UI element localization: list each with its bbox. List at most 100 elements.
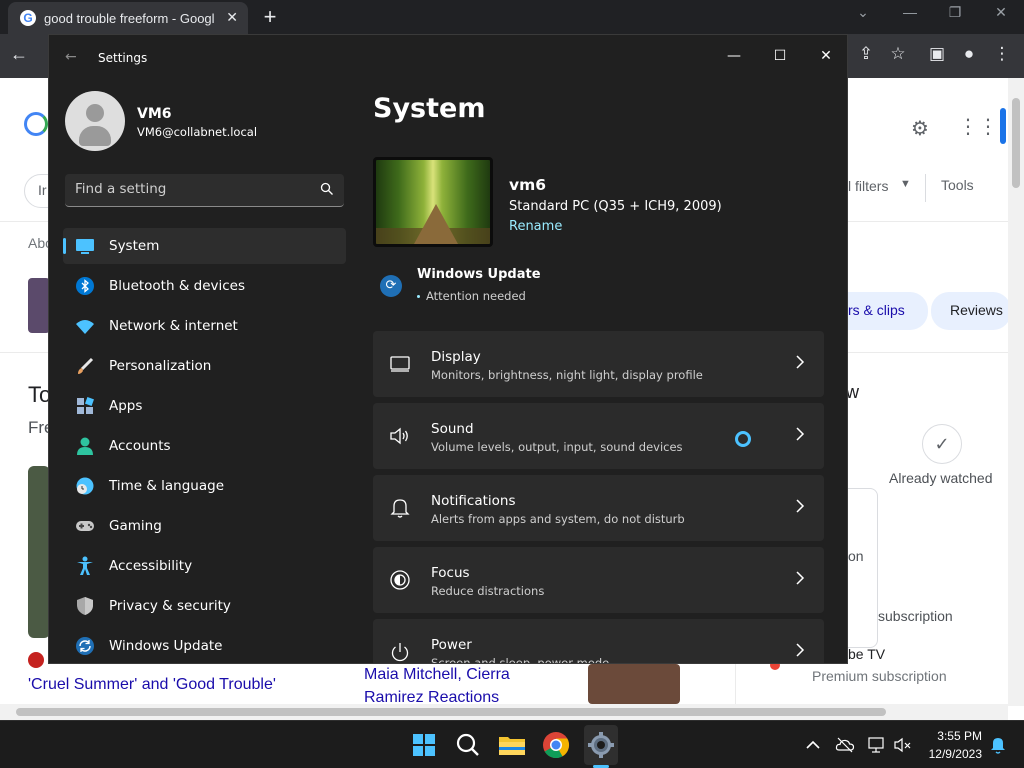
notifications-card[interactable]: Notifications Alerts from apps and syste…	[373, 475, 824, 541]
gamepad-icon	[75, 516, 95, 536]
new-tab-button[interactable]: +	[258, 4, 282, 30]
nav-item-apps[interactable]: Apps	[63, 388, 346, 424]
wifi-icon	[75, 316, 95, 336]
avatar[interactable]	[65, 91, 125, 151]
update-icon	[75, 636, 95, 656]
bell-icon	[390, 499, 410, 518]
nav-item-system[interactable]: System	[63, 228, 346, 264]
shield-icon	[75, 596, 95, 616]
filters-label[interactable]: l filters	[848, 178, 888, 194]
nav-label: Gaming	[109, 518, 162, 534]
bookmark-star-icon[interactable]: ☆	[886, 44, 910, 64]
chevron-up-icon[interactable]	[803, 735, 823, 755]
dropdown-card	[848, 488, 878, 648]
loading-spinner-icon	[735, 431, 751, 447]
card-subtitle: Reduce distractions	[431, 584, 545, 598]
tab-search-chevron-icon[interactable]: ⌄	[848, 4, 878, 21]
gear-icon[interactable]: ⚙	[911, 116, 929, 141]
chrome-menu-icon[interactable]: ⋮	[990, 44, 1014, 64]
profile-icon[interactable]: ●	[957, 44, 981, 64]
nav-item-accounts[interactable]: Accounts	[63, 428, 346, 464]
nav-label: Apps	[109, 398, 143, 414]
search-icon[interactable]	[320, 182, 334, 196]
google-apps-icon[interactable]: ⋮⋮	[958, 114, 998, 139]
card-title: Power	[431, 637, 472, 653]
card-title: Sound	[431, 421, 474, 437]
nav-item-personalization[interactable]: Personalization	[63, 348, 346, 384]
card-subtitle: Monitors, brightness, night light, displ…	[431, 368, 703, 382]
chrome-close-button[interactable]: ✕	[986, 4, 1016, 21]
card-title: Notifications	[431, 493, 516, 509]
page-horizontal-scrollbar[interactable]	[0, 704, 1008, 720]
nav-label: Accessibility	[109, 558, 193, 574]
google-logo-icon[interactable]	[24, 112, 48, 136]
nav-item-time-language[interactable]: Time & language	[63, 468, 346, 504]
windows-update-status: Attention needed	[417, 289, 526, 303]
article-thumbnail[interactable]	[588, 664, 680, 704]
notification-bell-icon[interactable]	[988, 735, 1008, 755]
nav-item-privacy-security[interactable]: Privacy & security	[63, 588, 346, 624]
nav-item-accessibility[interactable]: Accessibility	[63, 548, 346, 584]
browser-back-icon[interactable]: ←	[10, 44, 28, 65]
sound-card[interactable]: Sound Volume levels, output, input, soun…	[373, 403, 824, 469]
clock-time[interactable]: 3:55 PM	[930, 729, 982, 743]
article-link[interactable]: 'Cruel Summer' and 'Good Trouble'	[28, 676, 276, 694]
rename-link[interactable]: Rename	[509, 219, 562, 234]
nav-label: Personalization	[109, 358, 212, 374]
article-link-line1[interactable]: Maia Mitchell, Cierra	[364, 666, 510, 684]
chrome-minimize-button[interactable]: —	[895, 4, 925, 20]
checkmark-icon[interactable]: ✓	[922, 424, 962, 464]
speaker-icon	[390, 427, 408, 445]
windows-update-title[interactable]: Windows Update	[417, 267, 541, 282]
nav-item-bluetooth[interactable]: Bluetooth & devices	[63, 268, 346, 304]
taskbar-search-icon[interactable]	[452, 729, 484, 761]
tools-label[interactable]: Tools	[941, 177, 974, 193]
chevron-right-icon	[796, 643, 805, 657]
chip-clips-label: rs & clips	[848, 302, 905, 318]
volume-muted-icon[interactable]	[893, 735, 913, 755]
page-title: System	[373, 93, 486, 124]
maximize-button[interactable]: ☐	[757, 41, 803, 71]
chevron-right-icon	[796, 355, 805, 369]
settings-window: ← Settings — ☐ ✕ VM6 VM6@collabnet.local…	[48, 34, 848, 664]
tab-close-icon[interactable]: ✕	[226, 9, 238, 26]
minimize-button[interactable]: —	[711, 41, 757, 71]
settings-gear-icon[interactable]	[585, 729, 617, 761]
power-card[interactable]: Power Screen and sleep, power mode	[373, 619, 824, 663]
side-panel-icon[interactable]: ▣	[925, 44, 949, 64]
nav-item-network[interactable]: Network & internet	[63, 308, 346, 344]
provider-name[interactable]: be TV	[848, 646, 885, 662]
settings-title-bar: ← Settings — ☐ ✕	[49, 35, 847, 81]
wallpaper-path	[414, 204, 458, 244]
scrollbar-thumb[interactable]	[16, 708, 886, 716]
find-setting-box[interactable]	[65, 174, 344, 207]
share-icon[interactable]: ⇪	[854, 44, 878, 64]
filters-dropdown-icon[interactable]: ▼	[900, 178, 911, 190]
chrome-icon[interactable]	[540, 729, 572, 761]
file-explorer-icon[interactable]	[496, 729, 528, 761]
clock-date[interactable]: 12/9/2023	[922, 747, 982, 761]
windows-update-icon[interactable]: ⟳	[380, 275, 402, 297]
search-input[interactable]	[75, 181, 305, 197]
onedrive-cloud-icon[interactable]	[835, 735, 855, 755]
apps-icon	[75, 396, 95, 416]
network-monitor-icon[interactable]	[867, 735, 887, 755]
start-button-windows-icon[interactable]	[408, 729, 440, 761]
thumbnail[interactable]	[28, 466, 50, 638]
sign-in-button[interactable]	[1000, 108, 1006, 144]
scrollbar-thumb[interactable]	[1012, 98, 1020, 188]
nav-item-gaming[interactable]: Gaming	[63, 508, 346, 544]
chrome-restore-button[interactable]: ❐	[940, 4, 970, 21]
thumbnail[interactable]	[28, 278, 50, 333]
focus-card[interactable]: Focus Reduce distractions	[373, 547, 824, 613]
back-arrow-icon[interactable]: ←	[65, 49, 77, 65]
page-vertical-scrollbar[interactable]	[1008, 78, 1024, 706]
card-subtitle: Alerts from apps and system, do not dist…	[431, 512, 685, 526]
nav-item-windows-update[interactable]: Windows Update	[63, 628, 346, 663]
taskbar: 3:55 PM 12/9/2023	[0, 720, 1024, 768]
source-logo-icon	[28, 652, 44, 668]
browser-tab[interactable]: G good trouble freeform - Google ✕	[8, 2, 248, 34]
close-button[interactable]: ✕	[803, 41, 847, 71]
display-card[interactable]: Display Monitors, brightness, night ligh…	[373, 331, 824, 397]
already-watched-label[interactable]: Already watched	[889, 470, 993, 486]
